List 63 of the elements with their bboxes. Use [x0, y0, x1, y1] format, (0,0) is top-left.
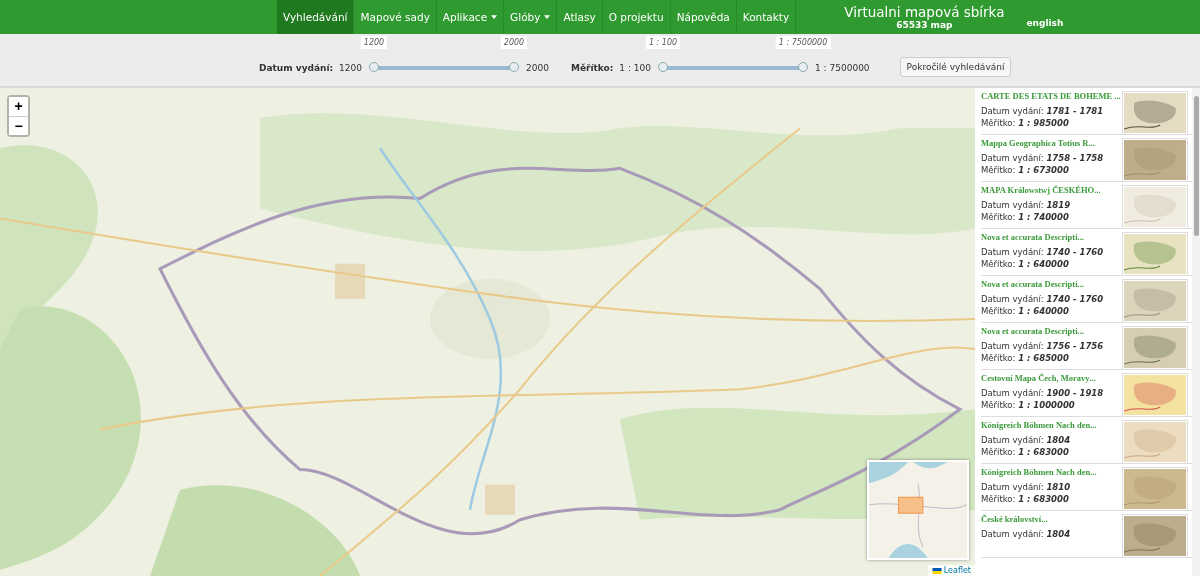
- scrollbar[interactable]: [1192, 88, 1200, 576]
- slider-handle[interactable]: [369, 62, 379, 72]
- result-item[interactable]: Königreich Böhmen Nach den... Datum vydání: 1810 Měřítko: 1 : 683000: [981, 464, 1192, 511]
- result-item[interactable]: Nova et accurata Descripti... Datum vydání: 1740 - 1760 Měřítko: 1 : 640000: [981, 229, 1192, 276]
- slider-handle[interactable]: [798, 62, 808, 72]
- caret-icon: [544, 15, 551, 19]
- result-item[interactable]: Nova et accurata Descripti... Datum vydání: 1756 - 1756 Měřítko: 1 : 685000: [981, 323, 1192, 370]
- range-slider[interactable]: [368, 62, 520, 74]
- result-title[interactable]: Königreich Böhmen Nach den...: [981, 420, 1097, 430]
- result-date: Datum vydání: 1740 - 1760: [981, 247, 1104, 257]
- result-scale: Měřítko: 1 : 640000: [981, 306, 1070, 316]
- result-item[interactable]: MAPA Králowstwj ČESKÉHO... Datum vydání: 1819 Měřítko: 1 : 740000: [981, 182, 1192, 229]
- result-scale: Měřítko: 1 : 683000: [981, 494, 1070, 504]
- result-scale: Měřítko: 1 : 640000: [981, 259, 1070, 269]
- range-max: 1 : 7500000: [815, 63, 870, 73]
- language-link[interactable]: english: [1026, 18, 1064, 28]
- result-item[interactable]: Cestovní Mapa Čech, Moravy... Datum vydání: 1900 - 1918 Měřítko: 1 : 1000000: [981, 370, 1192, 417]
- result-scale: Měřítko: 1 : 985000: [981, 118, 1070, 128]
- nav-tab[interactable]: Vyhledávání: [277, 0, 355, 34]
- filter-label: Měřítko:: [570, 63, 614, 73]
- result-title[interactable]: Nova et accurata Descripti...: [981, 326, 1104, 336]
- result-date: Datum vydání: 1810: [981, 482, 1072, 492]
- result-title[interactable]: Cestovní Mapa Čech, Moravy...: [981, 373, 1104, 383]
- caret-icon: [491, 15, 498, 19]
- result-item[interactable]: CARTE DES ETATS DE BOHEME ... Datum vydání: 1781 - 1781 Měřítko: 1 : 985000: [981, 88, 1192, 135]
- result-item[interactable]: České království... Datum vydání: 1804: [981, 511, 1192, 558]
- result-scale: Měřítko: 1 : 683000: [981, 447, 1070, 457]
- slider-handle[interactable]: [509, 62, 519, 72]
- range-min: 1 : 100: [619, 63, 651, 73]
- result-scale: Měřítko: 1 : 685000: [981, 353, 1070, 363]
- result-date: Datum vydání: 1756 - 1756: [981, 341, 1104, 351]
- result-title[interactable]: Nova et accurata Descripti...: [981, 279, 1104, 289]
- result-title[interactable]: MAPA Králowstwj ČESKÉHO...: [981, 185, 1101, 195]
- result-scale: Měřítko: 1 : 740000: [981, 212, 1070, 222]
- filter-label: Datum vydání:: [259, 63, 334, 73]
- result-scale: Měřítko: 1 : 1000000: [981, 400, 1076, 410]
- slider-tooltip: 1 : 7500000: [775, 36, 831, 49]
- slider-tooltip: 2000: [500, 36, 528, 49]
- result-title[interactable]: Mappa Geographica Totius R...: [981, 138, 1104, 148]
- result-title[interactable]: Königreich Böhmen Nach den...: [981, 467, 1097, 477]
- result-date: Datum vydání: 1900 - 1918: [981, 388, 1104, 398]
- result-date: Datum vydání: 1781 - 1781: [981, 106, 1105, 116]
- range-slider[interactable]: [657, 62, 809, 74]
- result-date: Datum vydání: 1804: [981, 529, 1071, 539]
- result-date: Datum vydání: 1758 - 1758: [981, 153, 1104, 163]
- site-title: Virtualni mapová sbírka: [844, 4, 1005, 20]
- advanced-search-button[interactable]: Pokročilé vyhledávání: [899, 57, 1012, 77]
- map-count: 65533 map: [896, 20, 953, 30]
- slider-handle[interactable]: [658, 62, 668, 72]
- result-title[interactable]: CARTE DES ETATS DE BOHEME ...: [981, 91, 1121, 101]
- result-title[interactable]: České království...: [981, 514, 1071, 524]
- result-date: Datum vydání: 1740 - 1760: [981, 294, 1104, 304]
- result-item[interactable]: Königreich Böhmen Nach den... Datum vydání: 1804 Měřítko: 1 : 683000: [981, 417, 1192, 464]
- result-date: Datum vydání: 1819: [981, 200, 1072, 210]
- result-item[interactable]: Mappa Geographica Totius R... Datum vydání: 1758 - 1758 Měřítko: 1 : 673000: [981, 135, 1192, 182]
- range-min: 1200: [339, 63, 362, 73]
- result-date: Datum vydání: 1804: [981, 435, 1072, 445]
- result-title[interactable]: Nova et accurata Descripti...: [981, 232, 1104, 242]
- range-max: 2000: [526, 63, 549, 73]
- slider-tooltip: 1200: [360, 36, 388, 49]
- result-scale: Měřítko: 1 : 673000: [981, 165, 1070, 175]
- slider-tooltip: 1 : 100: [645, 36, 681, 49]
- result-item[interactable]: Nova et accurata Descripti... Datum vydání: 1740 - 1760 Měřítko: 1 : 640000: [981, 276, 1192, 323]
